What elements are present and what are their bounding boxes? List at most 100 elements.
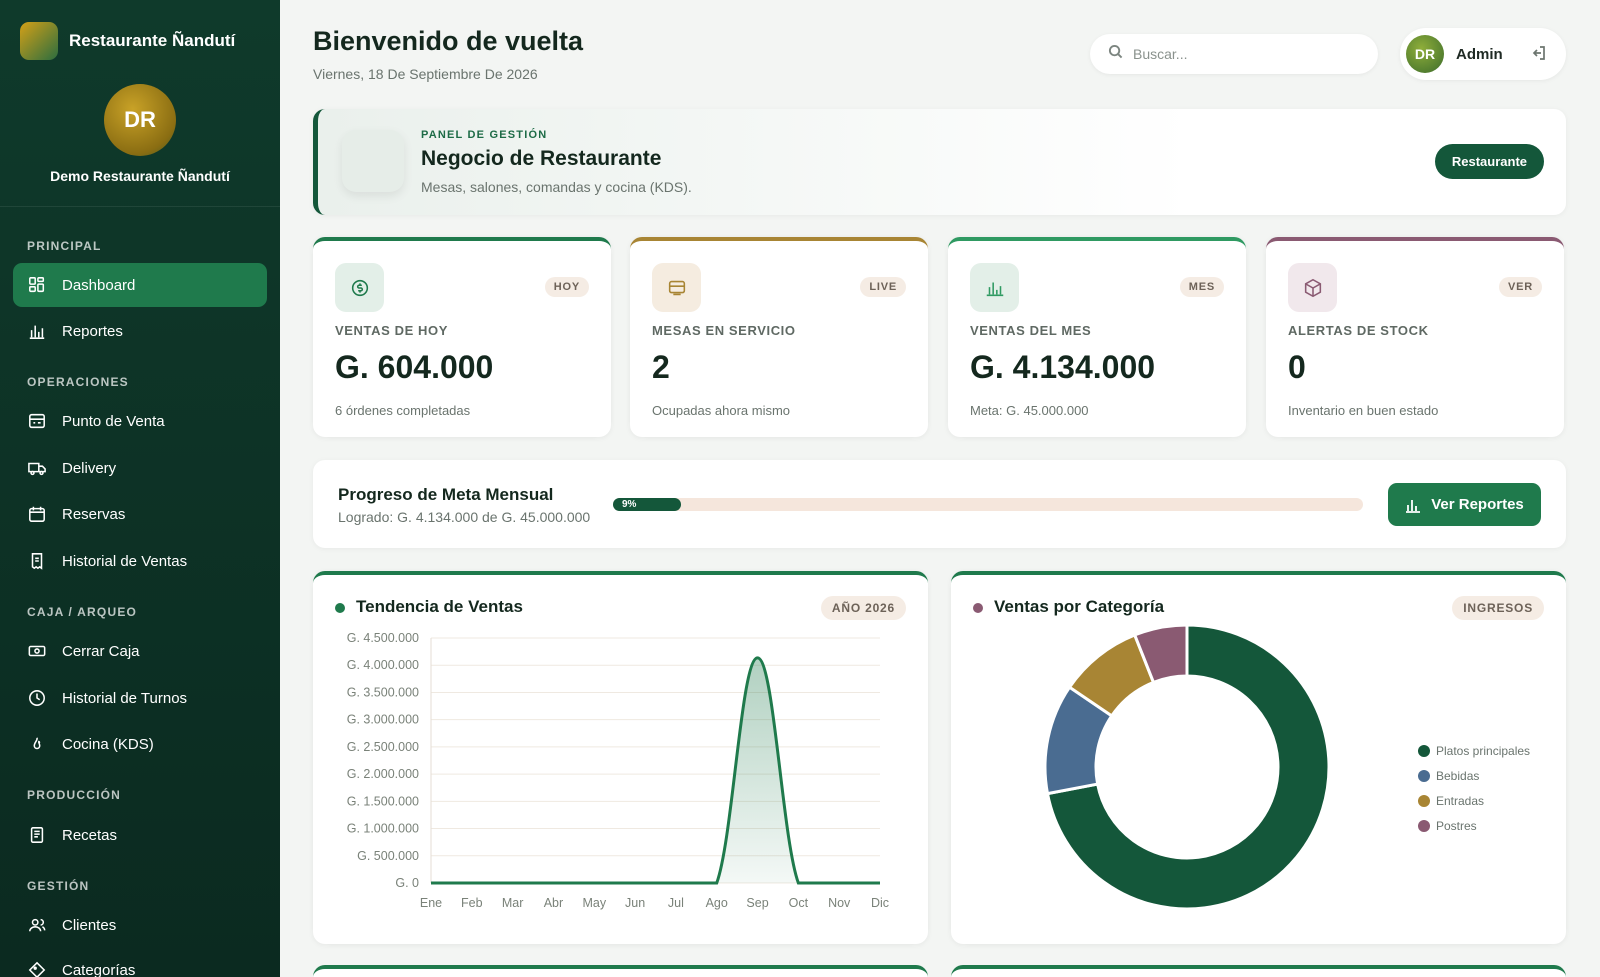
kpi-subtext: 6 órdenes completadas <box>335 403 471 418</box>
legend-item[interactable]: Entradas <box>1418 788 1530 813</box>
search-input[interactable] <box>1133 46 1363 62</box>
y-tick-label: G. 500.000 <box>357 849 419 863</box>
sidebar-item-punto-venta[interactable]: Punto de Venta <box>13 399 267 443</box>
sidebar-item-reservas[interactable]: Reservas <box>13 492 267 536</box>
kpi-card-ventas-mes[interactable]: MES VENTAS DEL MES G. 4.134.000 Meta: G.… <box>948 237 1246 437</box>
receipt-icon <box>27 551 47 571</box>
restaurante-button[interactable]: Restaurante <box>1434 144 1544 179</box>
chart-legend: Platos principales Bebidas Entradas Postres <box>1418 738 1530 838</box>
kpi-subtext: Inventario en buen estado <box>1288 403 1439 418</box>
kpi-badge: VER <box>1498 277 1542 297</box>
x-tick-label: Nov <box>828 896 851 910</box>
sidebar-item-reportes[interactable]: Reportes <box>13 309 267 353</box>
y-tick-label: G. 4.500.000 <box>347 631 419 645</box>
y-tick-label: G. 1.500.000 <box>347 794 419 808</box>
search-icon <box>1108 44 1123 64</box>
legend-label: Entradas <box>1436 793 1485 808</box>
sidebar-item-delivery[interactable]: Delivery <box>13 446 267 490</box>
box-icon <box>1288 263 1337 312</box>
user-name: Admin <box>1456 45 1503 63</box>
section-produccion: PRODUCCIÓN <box>27 788 122 802</box>
legend-label: Platos principales <box>1436 743 1531 758</box>
panel-kicker: PANEL DE GESTIÓN <box>421 129 548 141</box>
register-icon <box>27 411 47 431</box>
tag-icon <box>27 960 47 977</box>
kpi-badge: MES <box>1179 277 1224 297</box>
sidebar-item-dashboard[interactable]: Dashboard <box>13 263 267 307</box>
sidebar-item-cerrar-caja[interactable]: Cerrar Caja <box>13 629 267 673</box>
ver-reportes-button[interactable]: Ver Reportes <box>1388 483 1541 526</box>
calendar-icon <box>27 504 47 524</box>
page-title: Bienvenido de vuelta <box>313 26 584 56</box>
bar-chart-icon <box>1406 499 1421 513</box>
kpi-value: G. 4.134.000 <box>970 349 1156 385</box>
kpi-badge: HOY <box>544 277 589 297</box>
progress-subtitle: Logrado: G. 4.134.000 de G. 45.000.000 <box>338 509 591 525</box>
restaurant-icon <box>342 130 404 192</box>
kpi-subtext: Meta: G. 45.000.000 <box>970 403 1089 418</box>
management-panel: PANEL DE GESTIÓN Negocio de Restaurante … <box>313 109 1566 215</box>
sidebar-item-label: Historial de Turnos <box>62 689 188 707</box>
table-icon <box>652 263 701 312</box>
kpi-label: ALERTAS DE STOCK <box>1288 323 1429 338</box>
logout-icon[interactable] <box>1531 45 1549 63</box>
panel-title: Negocio de Restaurante <box>421 147 662 170</box>
monthly-goal-progress: Progreso de Meta Mensual Logrado: G. 4.1… <box>313 460 1566 548</box>
x-tick-label: Sep <box>746 896 768 910</box>
main-content: Bienvenido de vuelta Viernes, 18 De Sept… <box>280 0 1600 977</box>
sidebar-item-label: Reservas <box>62 505 126 523</box>
brand[interactable]: Restaurante Ñandutí <box>0 0 280 82</box>
brand-name: Restaurante Ñandutí <box>69 31 236 50</box>
y-tick-label: G. 3.000.000 <box>347 713 419 727</box>
section-gestion: GESTIÓN <box>27 879 90 893</box>
sales-trend-chart: G. 0 G. 500.000 G. 1.000.000 G. 1.500.000 G.… <box>347 631 889 910</box>
x-tick-label: Dic <box>871 896 889 910</box>
legend-label: Bebidas <box>1436 768 1480 783</box>
y-tick-label: G. 1.000.000 <box>347 822 419 836</box>
legend-item[interactable]: Postres <box>1418 813 1530 838</box>
flame-icon <box>27 734 47 754</box>
org-avatar[interactable]: DR <box>104 84 176 156</box>
legend-item[interactable]: Platos principales <box>1418 738 1530 763</box>
x-tick-label: May <box>582 896 606 910</box>
sidebar-item-recetas[interactable]: Recetas <box>13 813 267 857</box>
sidebar-item-historial-turnos[interactable]: Historial de Turnos <box>13 676 267 720</box>
panel-subtitle: Mesas, salones, comandas y cocina (KDS). <box>421 179 692 195</box>
y-tick-label: G. 2.500.000 <box>347 740 419 754</box>
truck-icon <box>27 458 47 478</box>
sidebar-item-label: Historial de Ventas <box>62 552 188 570</box>
brand-logo <box>20 22 58 60</box>
sidebar: Restaurante Ñandutí DR Demo Restaurante … <box>0 0 280 977</box>
y-tick-label: G. 2.000.000 <box>347 767 419 781</box>
x-tick-label: Mar <box>502 896 524 910</box>
sidebar-item-cocina[interactable]: Cocina (KDS) <box>13 722 267 766</box>
cash-icon <box>27 641 47 661</box>
kpi-value: G. 604.000 <box>335 349 494 385</box>
sidebar-item-categorias[interactable]: Categorías <box>13 948 267 977</box>
legend-item[interactable]: Bebidas <box>1418 763 1530 788</box>
user-avatar[interactable]: DR <box>1406 35 1444 73</box>
kpi-card-ventas-hoy[interactable]: HOY VENTAS DE HOY G. 604.000 6 órdenes c… <box>313 237 611 437</box>
bar-chart-icon <box>970 263 1019 312</box>
x-tick-label: Ene <box>420 896 442 910</box>
user-menu[interactable]: DR Admin <box>1400 28 1566 80</box>
section-operaciones: OPERACIONES <box>27 375 129 389</box>
sidebar-item-historial-ventas[interactable]: Historial de Ventas <box>13 539 267 583</box>
section-principal: PRINCIPAL <box>27 239 102 253</box>
kpi-badge: LIVE <box>860 277 906 297</box>
sidebar-item-clientes[interactable]: Clientes <box>13 903 267 947</box>
x-tick-label: Jun <box>625 896 645 910</box>
series-area <box>431 657 880 883</box>
kpi-value: 0 <box>1288 349 1306 385</box>
card-stub <box>313 965 928 977</box>
progress-fill: 9% <box>613 498 681 511</box>
button-label: Ver Reportes <box>1431 496 1524 513</box>
bar-chart-icon <box>27 321 47 341</box>
x-tick-label: Feb <box>461 896 483 910</box>
kpi-value: 2 <box>652 349 670 385</box>
kpi-card-mesas[interactable]: LIVE MESAS EN SERVICIO 2 Ocupadas ahora … <box>630 237 928 437</box>
kpi-card-stock[interactable]: VER ALERTAS DE STOCK 0 Inventario en bue… <box>1266 237 1564 437</box>
card-stub <box>951 965 1566 977</box>
search-box[interactable] <box>1090 34 1378 74</box>
sidebar-item-label: Punto de Venta <box>62 412 165 430</box>
